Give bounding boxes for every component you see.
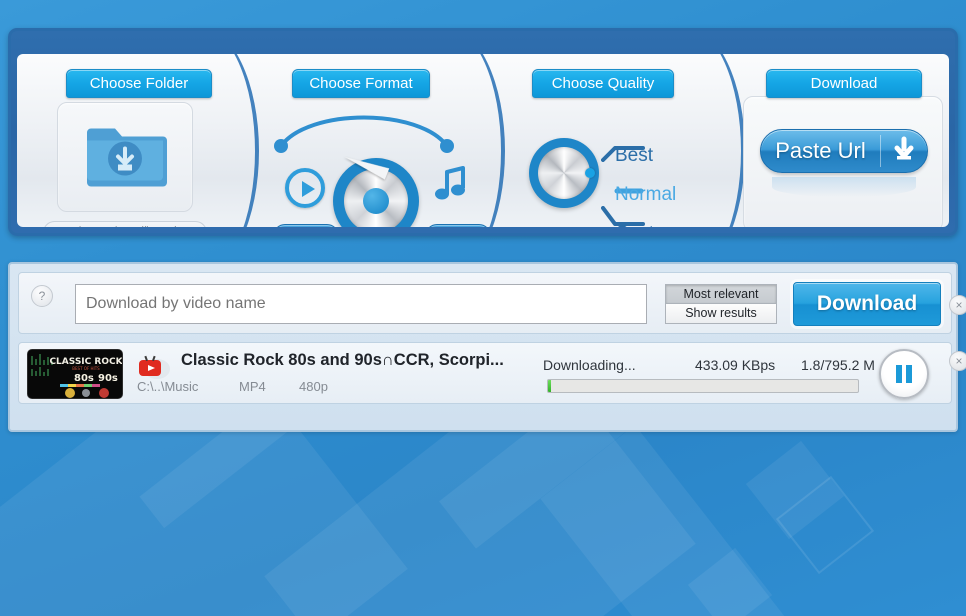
quality-option-normal[interactable]: Normal (615, 175, 680, 214)
folder-download-icon (83, 119, 167, 196)
close-icon[interactable]: × (949, 295, 966, 315)
format-dial-hub (363, 188, 389, 214)
show-results-button[interactable]: Show results (665, 304, 777, 324)
format-mp3-dropdown[interactable]: Mp3 (425, 224, 491, 227)
tab-choose-folder[interactable]: Choose Folder (66, 69, 212, 98)
format-arc-icon (269, 106, 459, 161)
control-panel: Choose Folder Choose Format Choose Quali… (8, 28, 958, 236)
download-size: 1.8/795.2 M (801, 357, 875, 373)
progress-bar-fill (548, 380, 552, 392)
help-icon[interactable]: ? (31, 285, 53, 307)
search-bar: ? Most relevant Show results Download × (18, 272, 966, 334)
item-format: MP4 (239, 379, 266, 394)
quality-option-custom[interactable]: Custom (615, 214, 680, 227)
video-title: Classic Rock 80s and 90s∩CCR, Scorpi... (181, 351, 504, 369)
pause-button[interactable] (879, 349, 929, 399)
folder-path-display[interactable]: C:\Users\randl\Music (43, 221, 207, 227)
item-quality: 480p (299, 379, 328, 394)
paste-url-panel: Paste Url (743, 96, 943, 227)
paste-url-label: Paste Url (775, 138, 866, 163)
search-options-group: Most relevant Show results (665, 284, 777, 324)
progress-bar (547, 379, 859, 393)
format-mp4-dropdown[interactable]: Mp4 (273, 224, 339, 227)
tab-choose-format[interactable]: Choose Format (292, 69, 430, 98)
item-path: C:\..\Music (137, 379, 199, 394)
svg-text:80s: 80s (74, 373, 94, 384)
choose-folder-button[interactable] (57, 102, 193, 212)
pause-icon (896, 365, 912, 383)
play-circle-icon (285, 168, 325, 208)
quality-options-list: Best Normal Custom (615, 136, 680, 227)
quality-dial-indicator (585, 168, 595, 178)
search-input[interactable] (75, 284, 647, 324)
download-status: Downloading... (543, 357, 636, 373)
svg-text:90s: 90s (98, 373, 118, 384)
paste-url-button[interactable]: Paste Url (760, 129, 928, 173)
tab-choose-quality[interactable]: Choose Quality (532, 69, 674, 98)
search-download-button[interactable]: Download (793, 282, 941, 326)
choose-quality-section: Best Normal Custom (517, 96, 727, 227)
svg-text:BEST OF HITS: BEST OF HITS (72, 366, 100, 371)
tab-download[interactable]: Download (766, 69, 922, 98)
download-speed: 433.09 KBps (695, 357, 776, 373)
close-icon[interactable]: × (949, 351, 966, 371)
button-reflection (772, 177, 916, 197)
quality-option-best[interactable]: Best (615, 136, 680, 175)
download-arrow-icon (881, 136, 927, 167)
download-list-item: CLASSIC ROCK BEST OF HITS 80s 90s Classi… (18, 342, 966, 404)
video-thumbnail[interactable]: CLASSIC ROCK BEST OF HITS 80s 90s (27, 349, 123, 399)
music-note-icon (431, 164, 471, 209)
youtube-icon (135, 355, 171, 381)
downloads-panel: ? Most relevant Show results Download × … (8, 262, 966, 432)
choose-format-section: Mp4 Mp3 (245, 96, 491, 227)
sort-most-relevant-button[interactable]: Most relevant (665, 284, 777, 304)
